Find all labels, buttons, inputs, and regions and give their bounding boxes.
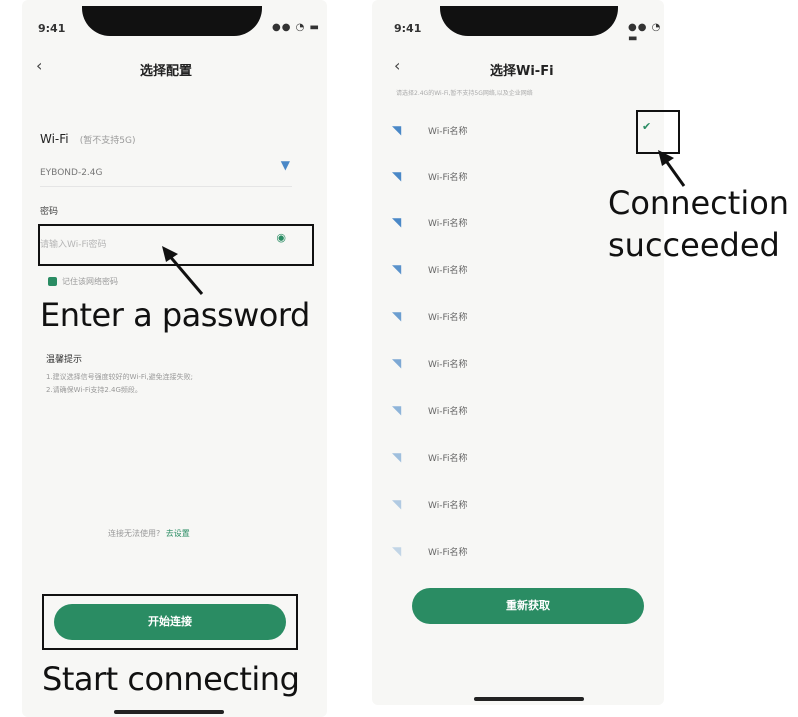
connection-caption-line2: succeeded <box>608 226 780 264</box>
check-arrow-icon <box>658 150 686 187</box>
connection-caption-line1: Connection <box>608 184 790 222</box>
